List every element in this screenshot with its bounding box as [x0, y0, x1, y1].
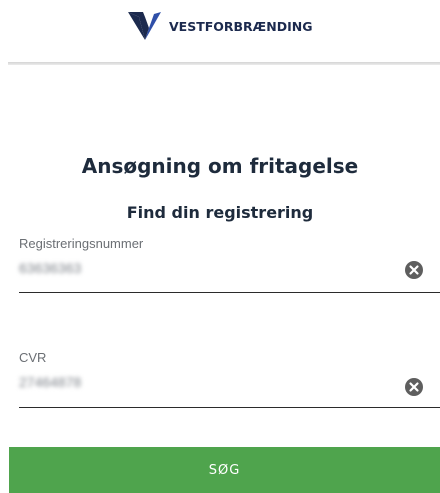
registration-number-field: Registreringsnummer [19, 236, 440, 296]
search-button[interactable]: SØG [9, 447, 440, 493]
page-title: Ansøgning om fritagelse [81, 154, 359, 178]
registration-number-input[interactable] [19, 254, 389, 282]
header-divider [8, 62, 440, 65]
registration-number-label: Registreringsnummer [19, 236, 144, 251]
brand-logo[interactable]: VESTFORBRÆNDING [128, 10, 312, 42]
registration-number-underline [19, 292, 440, 293]
page-subtitle: Find din registrering [126, 203, 314, 222]
cvr-label: CVR [19, 350, 47, 365]
cvr-field: CVR [19, 350, 440, 410]
clear-cvr-button[interactable] [405, 378, 423, 396]
vestforbraending-v-logo-icon [128, 11, 162, 41]
cvr-input[interactable] [19, 368, 389, 396]
brand-name: VESTFORBRÆNDING [169, 18, 313, 34]
cvr-underline [19, 407, 440, 408]
app-header: VESTFORBRÆNDING [0, 0, 440, 65]
clear-registration-button[interactable] [405, 261, 423, 279]
